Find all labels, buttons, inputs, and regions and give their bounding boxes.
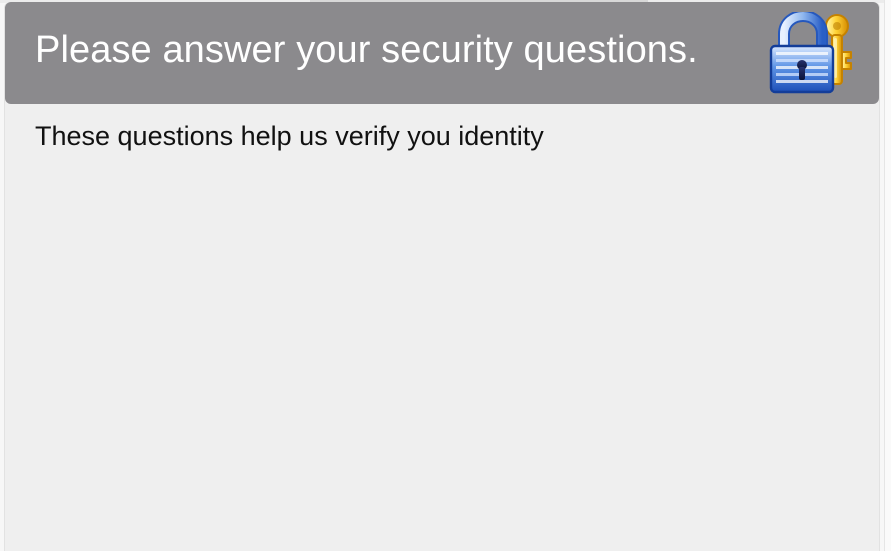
right-gutter [884, 0, 891, 551]
security-questions-panel: Please answer your security questions. T… [4, 2, 880, 551]
panel-header: Please answer your security questions. [5, 2, 879, 104]
page: Please answer your security questions. T… [0, 0, 891, 551]
security-questions-description: These questions help us verify you ident… [35, 121, 544, 151]
page-title: Please answer your security questions. [35, 29, 698, 71]
lock-and-key-icon [769, 12, 852, 94]
